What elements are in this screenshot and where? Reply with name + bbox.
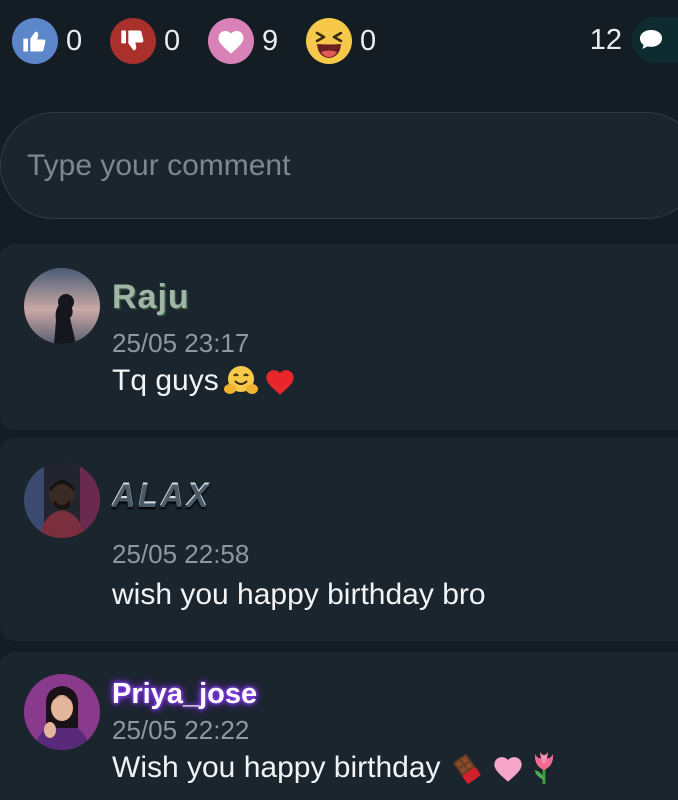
comments-screen: 0 0 9 0 12 Type your comment Raju 25/05 … bbox=[0, 0, 678, 800]
laugh-reaction-button[interactable]: 0 bbox=[306, 17, 376, 65]
like-count: 0 bbox=[66, 24, 83, 57]
comment-username[interactable]: ALAX bbox=[112, 478, 211, 515]
comment-count-button[interactable]: 12 bbox=[590, 17, 678, 63]
red-heart-emoji bbox=[263, 366, 297, 396]
comment-timestamp: 25/05 23:17 bbox=[112, 328, 250, 358]
love-reaction-button[interactable]: 9 bbox=[208, 17, 278, 65]
dislike-reaction-button[interactable]: 0 bbox=[110, 17, 180, 65]
hugging-face-emoji bbox=[223, 365, 259, 397]
comment-username[interactable]: Priya_jose bbox=[112, 678, 257, 711]
comment-text-row: Wish you happy birthday bbox=[112, 750, 559, 786]
comment-timestamp: 25/05 22:58 bbox=[112, 539, 250, 569]
comment-item: ALAX 25/05 22:58 wish you happy birthday… bbox=[0, 438, 678, 641]
chocolate-bar-emoji bbox=[453, 751, 487, 785]
comment-text: Wish you happy birthday bbox=[112, 751, 449, 784]
avatar[interactable] bbox=[24, 268, 100, 344]
thumbs-up-icon bbox=[12, 18, 58, 64]
laughing-face-icon bbox=[306, 18, 352, 64]
comment-item: Priya_jose 25/05 22:22 Wish you happy bi… bbox=[0, 652, 678, 800]
comment-text: Tq guys bbox=[112, 364, 219, 397]
heart-icon bbox=[208, 18, 254, 64]
avatar[interactable] bbox=[24, 674, 100, 750]
thumbs-down-icon bbox=[110, 18, 156, 64]
comment-text-row: wish you happy birthday bro bbox=[112, 578, 486, 612]
comment-count: 12 bbox=[589, 23, 622, 56]
pink-heart-emoji bbox=[491, 753, 525, 783]
love-count: 9 bbox=[262, 24, 279, 57]
comment-text: wish you happy birthday bro bbox=[112, 578, 486, 611]
speech-bubble-icon bbox=[632, 17, 678, 63]
laugh-count: 0 bbox=[360, 24, 377, 57]
tulip-emoji bbox=[529, 750, 559, 786]
comment-item: Raju 25/05 23:17 Tq guys bbox=[0, 244, 678, 430]
comment-input[interactable] bbox=[0, 112, 678, 219]
reactions-bar: 0 0 9 0 12 bbox=[0, 0, 678, 84]
like-reaction-button[interactable]: 0 bbox=[12, 17, 82, 65]
dislike-count: 0 bbox=[164, 24, 181, 57]
comment-timestamp: 25/05 22:22 bbox=[112, 715, 250, 745]
comment-username[interactable]: Raju bbox=[112, 278, 190, 317]
avatar[interactable] bbox=[24, 462, 100, 538]
comment-text-row: Tq guys bbox=[112, 364, 297, 398]
